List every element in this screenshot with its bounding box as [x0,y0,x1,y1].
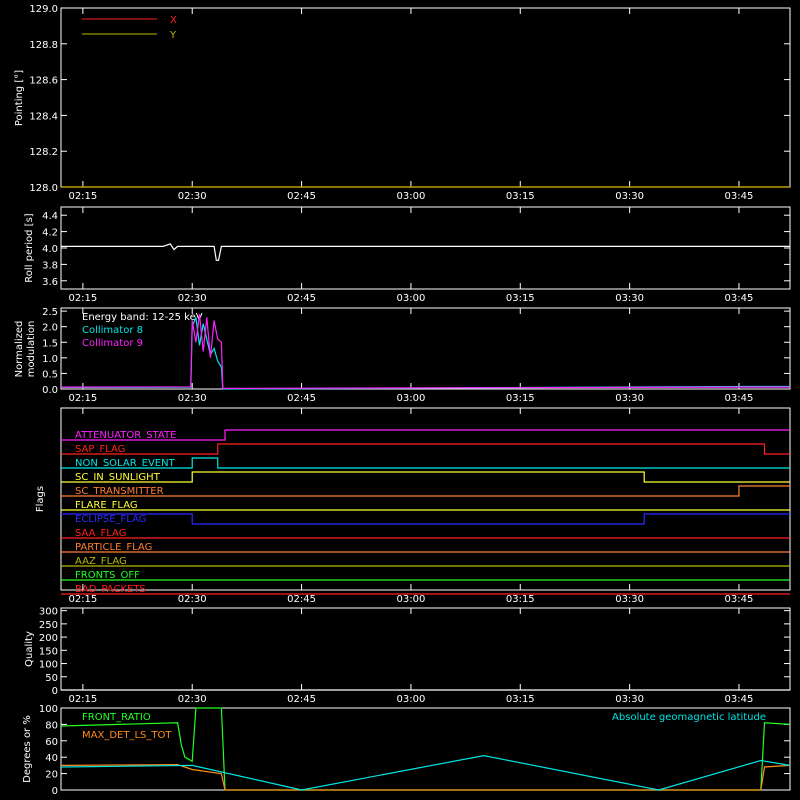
y-tick-label: 0.0 [42,385,58,396]
y-tick-label: 1.0 [42,354,58,365]
pointing-ylabel: Pointing [°] [14,70,25,126]
x-tick-label: 03:00 [397,393,426,404]
x-tick-label: 03:00 [397,191,426,202]
qlook-chart-canvas: Pointing [°] X Y 129.0 128.8 128.6 128.4 128… [0,0,800,800]
flag-label-flare-flag: FLARE_FLAG [75,500,138,511]
x-tick-label: 02:45 [287,594,316,605]
y-tick-label: 4.4 [42,211,58,222]
y-tick-label: 50 [45,673,58,684]
x-tick-label: 02:30 [178,393,207,404]
x-tick-label: 03:30 [615,191,644,202]
y-tick-label: 20 [45,770,58,781]
modulation-ylabel-line2: modulation [26,321,37,378]
flag-label-sap-flag: SAP_FLAG [75,444,125,455]
y-tick-label: 3.8 [42,260,58,271]
y-tick-label: 1.5 [42,338,58,349]
legend-collimator8: Collimator 8 [82,325,143,336]
y-tick-label: 128.8 [29,40,58,51]
x-tick-label: 02:45 [287,694,316,705]
x-tick-label: 02:30 [178,293,207,304]
y-tick-label: 60 [45,737,58,748]
x-tick-label: 03:00 [397,594,426,605]
y-tick-label: 100 [39,704,58,715]
x-tick-label: 03:30 [615,594,644,605]
flag-label-sc-in-sunlight: SC_IN_SUNLIGHT [75,472,161,483]
y-tick-label: 300 [39,607,58,618]
y-tick-label: 200 [39,633,58,644]
x-tick-label: 03:15 [506,293,535,304]
flag-label-aaz-flag: AAZ_FLAG [75,556,127,567]
flag-label-sc-transmitter: SC_TRANSMITTER [75,486,164,497]
y-tick-label: 250 [39,620,58,631]
x-tick-label: 03:00 [397,694,426,705]
x-tick-label: 02:15 [68,594,97,605]
y-tick-label: 128.4 [29,111,58,122]
x-tick-label: 02:30 [178,191,207,202]
legend-y-label: Y [169,30,177,41]
y-tick-label: 2.0 [42,323,58,334]
x-tick-label: 03:45 [725,393,754,404]
x-tick-label: 02:45 [287,393,316,404]
y-tick-label: 128.6 [29,76,58,87]
legend-max-det: MAX_DET_LS_TOT [82,730,172,741]
roll-ylabel: Roll period [s] [24,213,35,282]
legend-front-ratio: FRONT_RATIO [82,712,151,723]
x-tick-label: 03:15 [506,393,535,404]
x-tick-label: 03:00 [397,293,426,304]
x-tick-label: 03:15 [506,694,535,705]
x-tick-label: 03:30 [615,293,644,304]
y-tick-label: 0.5 [42,369,58,380]
x-tick-label: 03:30 [615,393,644,404]
x-tick-label: 02:15 [68,393,97,404]
legend-collimator9: Collimator 9 [82,338,143,349]
y-tick-label: 128.2 [29,147,58,158]
y-tick-label: 2.5 [42,307,58,318]
flag-label-non-solar-event: NON_SOLAR_EVENT [75,458,176,469]
status-ylabel: Degrees or % [22,715,33,783]
flag-label-eclipse-flag: ECLIPSE_FLAG [75,514,146,525]
quality-ylabel: Quality [24,631,35,667]
y-tick-label: 40 [45,753,58,764]
x-tick-label: 02:45 [287,191,316,202]
x-tick-label: 03:45 [725,694,754,705]
y-tick-label: 150 [39,646,58,657]
y-tick-label: 80 [45,720,58,731]
flag-label-attenuator-state: ATTENUATOR_STATE [75,430,176,441]
flags-ylabel: Flags [35,486,46,512]
y-tick-label: 4.0 [42,244,58,255]
x-tick-label: 03:30 [615,694,644,705]
x-tick-label: 02:30 [178,594,207,605]
y-tick-label: 0 [52,686,58,697]
flag-label-saa-flag: SAA_FLAG [75,528,126,539]
energy-band-label: Energy band: 12-25 keV [82,312,203,323]
x-tick-label: 02:15 [68,293,97,304]
flag-label-particle-flag: PARTICLE_FLAG [75,542,152,553]
y-tick-label: 128.0 [29,183,58,194]
x-tick-label: 02:15 [68,191,97,202]
x-tick-label: 03:45 [725,293,754,304]
legend-geomag-lat: Absolute geomagnetic latitude [612,712,766,723]
x-tick-label: 02:30 [178,694,207,705]
flag-label-fronts-off: FRONTS_OFF [75,570,140,581]
y-tick-label: 3.6 [42,277,58,288]
x-tick-label: 02:45 [287,293,316,304]
modulation-ylabel-line1: Normalized [14,321,25,378]
y-tick-label: 100 [39,660,58,671]
y-tick-label: 129.0 [29,4,58,15]
x-tick-label: 02:15 [68,694,97,705]
x-tick-label: 03:15 [506,191,535,202]
y-tick-label: 4.2 [42,228,58,239]
x-tick-label: 03:45 [725,594,754,605]
x-tick-label: 03:45 [725,191,754,202]
y-tick-label: 0 [52,786,58,797]
x-tick-label: 03:15 [506,594,535,605]
legend-x-label: X [170,15,177,26]
